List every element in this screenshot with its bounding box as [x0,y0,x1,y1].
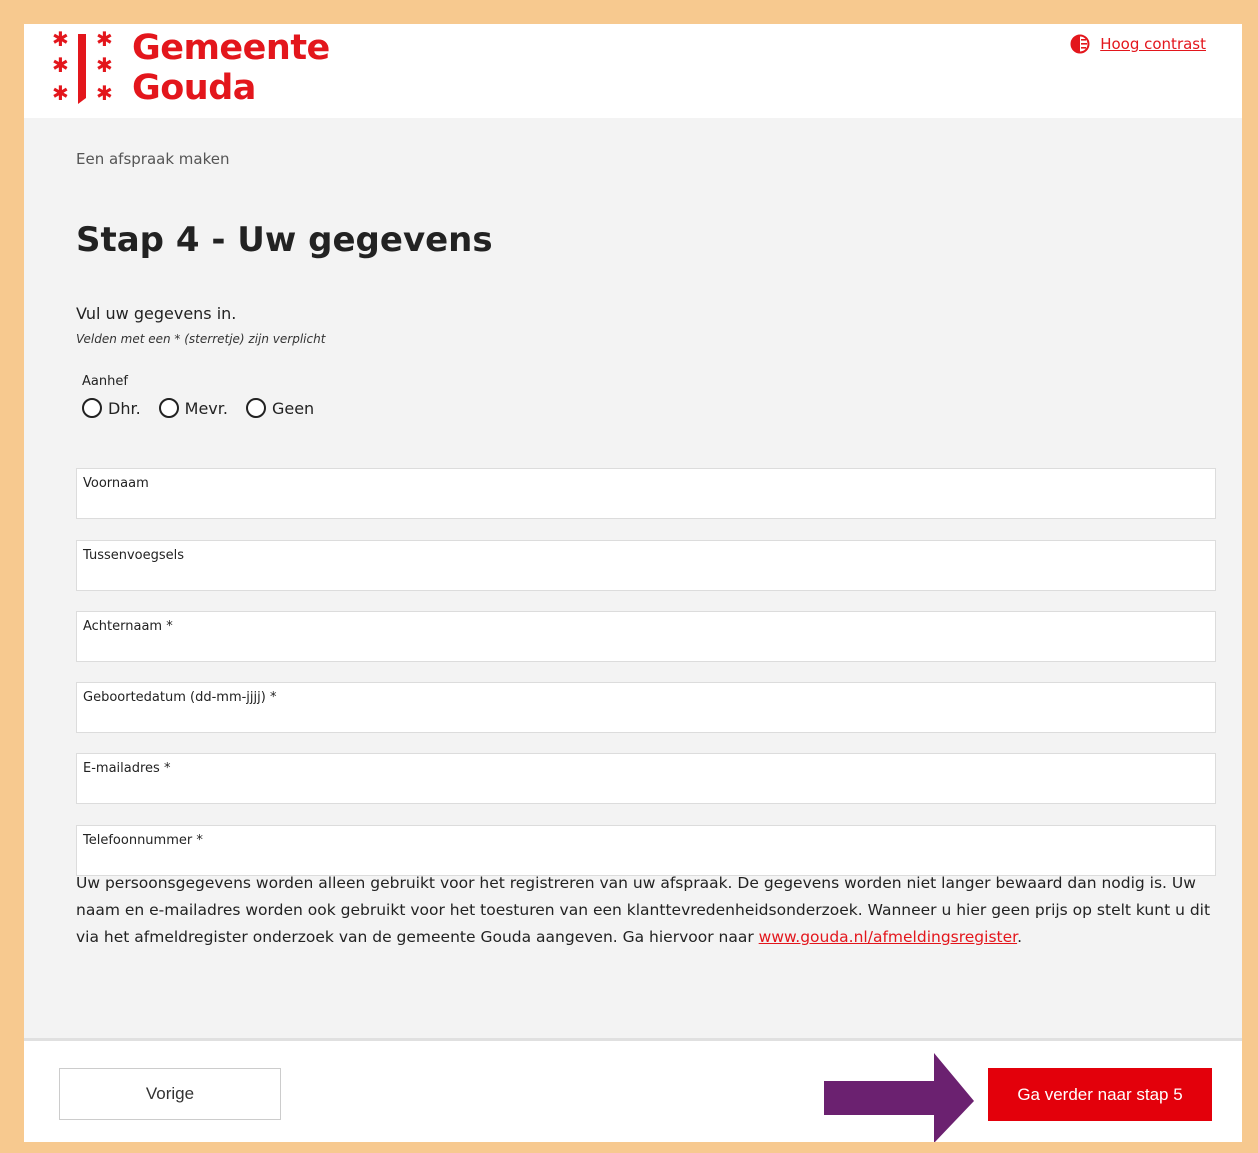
privacy-suffix: . [1017,928,1023,946]
svg-text:✱: ✱ [96,81,113,105]
aanhef-label: Aanhef [82,374,128,389]
page-frame: ✱ ✱ ✱ ✱ ✱ ✱ Gemeente Gouda Hoog contrast… [24,24,1242,1142]
next-step-button[interactable]: Ga verder naar stap 5 [988,1068,1212,1121]
field-label: Achternaam * [83,619,173,634]
high-contrast-link[interactable]: Hoog contrast [1100,35,1206,53]
radio-label: Geen [271,398,315,418]
field-label: Geboortedatum (dd-mm-jjjj) * [83,690,277,705]
achternaam-field[interactable]: Achternaam * [76,611,1216,662]
aanhef-radio-group: Dhr. Mevr. Geen [82,398,332,418]
svg-text:✱: ✱ [96,53,113,77]
tussenvoegsels-field[interactable]: Tussenvoegsels [76,540,1216,591]
voornaam-input[interactable] [83,493,1211,517]
radio-circle-icon[interactable] [245,398,266,418]
radio-label: Mevr. [184,398,228,418]
previous-button[interactable]: Vorige [59,1068,281,1120]
privacy-text: Uw persoonsgegevens worden alleen gebrui… [76,874,1211,946]
gemeente-gouda-logo[interactable]: ✱ ✱ ✱ ✱ ✱ ✱ Gemeente Gouda [48,28,330,108]
form-footer: Vorige Ga verder naar stap 5 [24,1038,1242,1142]
achternaam-input[interactable] [83,636,1211,660]
contrast-icon [1070,34,1090,54]
page-title: Stap 4 - Uw gegevens [76,220,493,260]
afmeldingsregister-link[interactable]: www.gouda.nl/afmeldingsregister [759,928,1017,946]
field-label: E-mailadres * [83,761,171,776]
radio-circle-icon[interactable] [158,398,179,418]
radio-dhr[interactable]: Dhr. [82,398,141,418]
radio-label: Dhr. [108,398,141,418]
svg-text:✱: ✱ [52,28,69,51]
email-field[interactable]: E-mailadres * [76,753,1216,804]
radio-geen[interactable]: Geen [245,398,315,418]
intro-text: Vul uw gegevens in. [76,304,237,323]
required-fields-hint: Velden met een * (sterretje) zijn verpli… [76,332,326,346]
field-label: Tussenvoegsels [83,548,185,563]
main-content: Een afspraak maken Stap 4 - Uw gegevens … [24,118,1242,1038]
annotation-arrow-icon [824,1053,974,1142]
logo-wordmark: Gemeente Gouda [132,28,330,108]
field-label: Telefoonnummer * [83,833,203,848]
radio-mevr[interactable]: Mevr. [158,398,228,418]
radio-circle-icon[interactable] [82,398,102,418]
svg-text:✱: ✱ [96,28,113,51]
svg-text:✱: ✱ [52,53,69,77]
breadcrumb: Een afspraak maken [76,150,230,168]
field-label: Voornaam [83,476,149,491]
site-header: ✱ ✱ ✱ ✱ ✱ ✱ Gemeente Gouda Hoog contrast [24,24,1242,118]
telefoonnummer-field[interactable]: Telefoonnummer * [76,825,1216,876]
geboortedatum-input[interactable] [83,707,1211,731]
gouda-coat-of-arms-icon: ✱ ✱ ✱ ✱ ✱ ✱ [52,28,113,105]
tussenvoegsels-input[interactable] [83,565,1211,589]
svg-text:✱: ✱ [52,81,69,105]
logo-line-2: Gouda [132,68,256,108]
email-input[interactable] [83,778,1211,802]
privacy-notice: Uw persoonsgegevens worden alleen gebrui… [76,870,1226,951]
logo-line-1: Gemeente [132,28,330,68]
high-contrast-toggle[interactable]: Hoog contrast [1070,34,1206,54]
geboortedatum-field[interactable]: Geboortedatum (dd-mm-jjjj) * [76,682,1216,733]
voornaam-field[interactable]: Voornaam [76,468,1216,519]
